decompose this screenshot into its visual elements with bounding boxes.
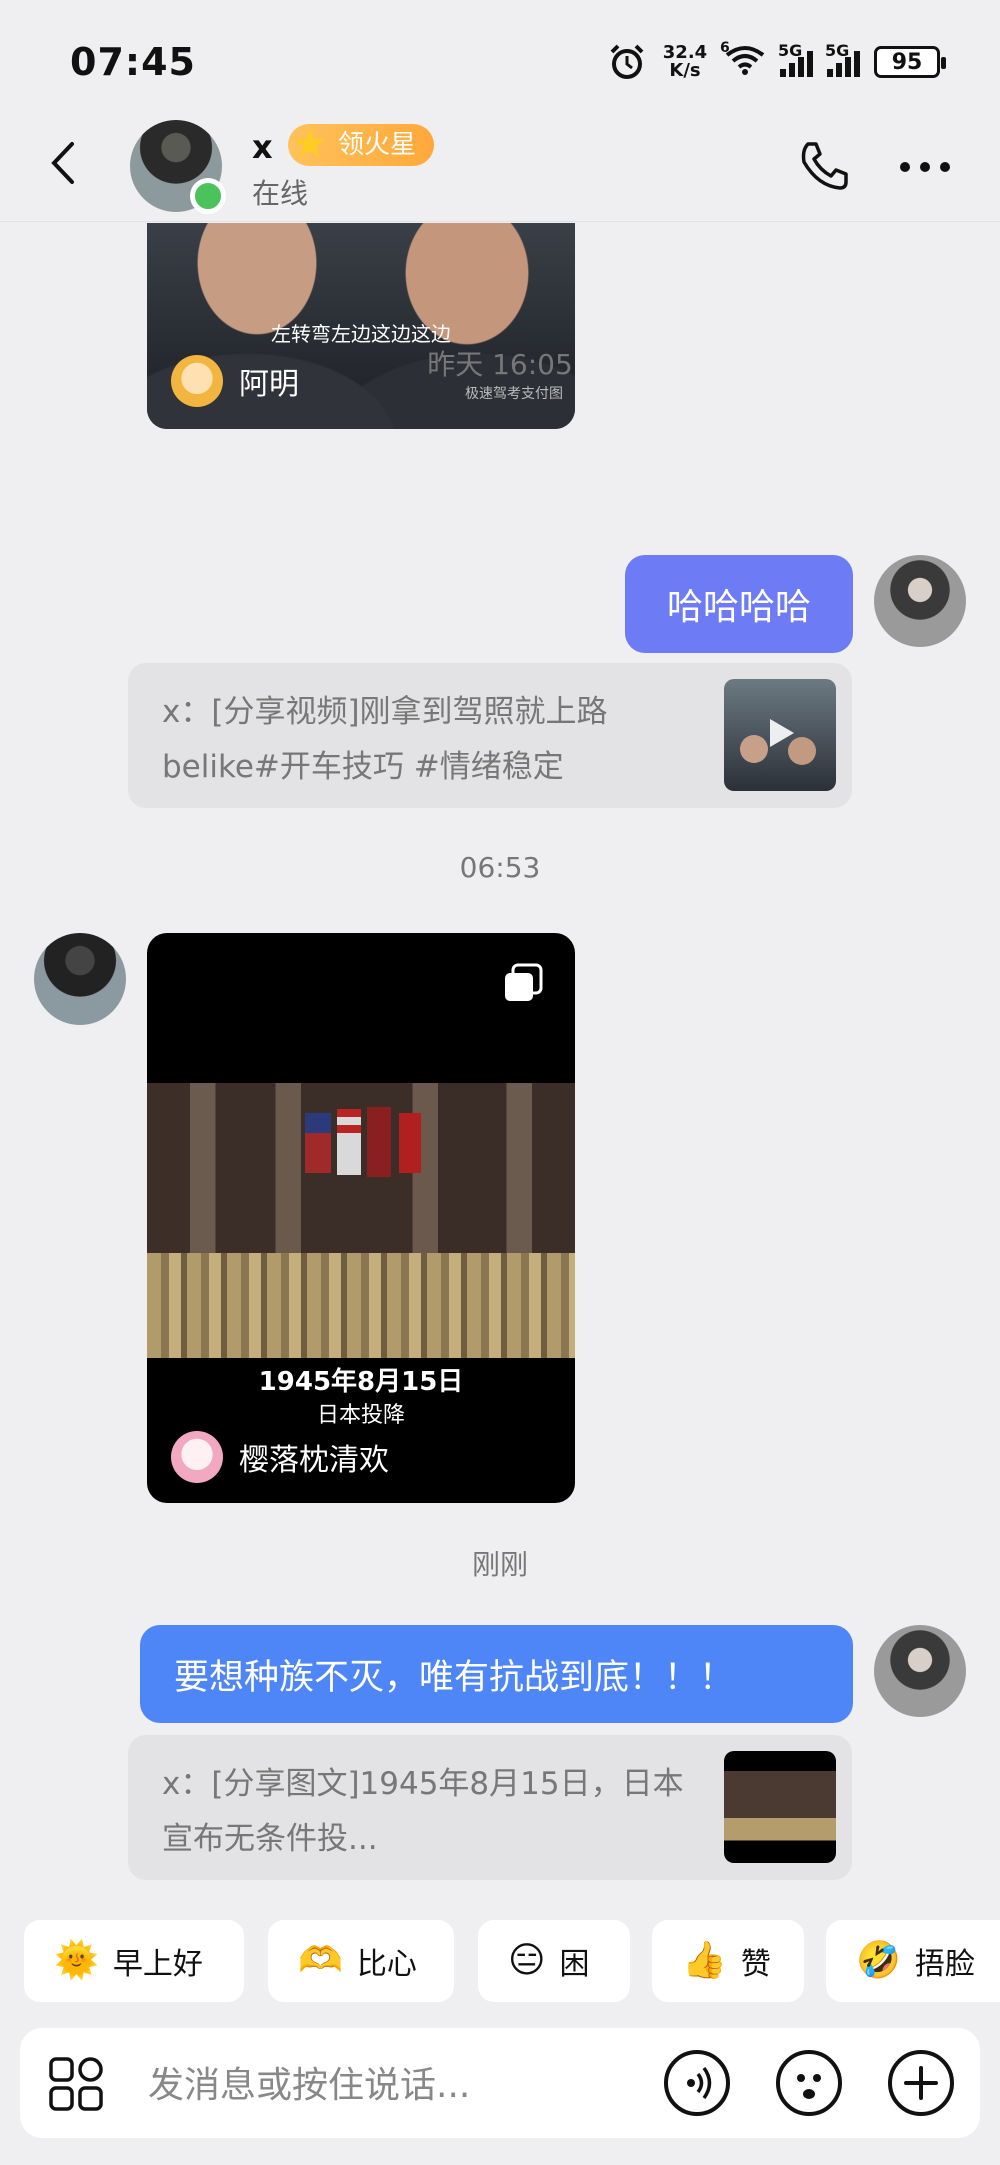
message-text: 要想种族不灭，唯有抗战到底！！！ bbox=[174, 1657, 735, 1698]
signal-label-1: 5G bbox=[778, 41, 803, 60]
wifi-tag: 6 bbox=[720, 40, 730, 56]
chip-label: 早上好 bbox=[112, 1947, 203, 1982]
quick-reply-like[interactable]: 👍 赞 bbox=[652, 1920, 804, 2002]
wifi-indicator: 6 bbox=[720, 40, 766, 80]
chip-label: 比心 bbox=[356, 1947, 417, 1982]
status-time: 07:45 bbox=[70, 40, 196, 84]
quick-reply-facepalm[interactable]: 🤣 捂脸 bbox=[826, 1920, 1000, 2002]
sleepy-face-icon: 😑 bbox=[508, 1940, 546, 1981]
post-caption-date: 1945年8月15日 bbox=[258, 1367, 464, 1397]
crowd-graphic bbox=[147, 1253, 575, 1358]
flags-graphic bbox=[305, 1107, 421, 1177]
emoji-icon[interactable] bbox=[776, 2050, 842, 2116]
quote-thumbnail bbox=[724, 1751, 836, 1863]
my-message-bubble[interactable]: 哈哈哈哈 bbox=[625, 555, 853, 653]
wifi-icon bbox=[725, 46, 765, 75]
quick-reply-sleepy[interactable]: 😑 困 bbox=[478, 1920, 630, 2002]
my-message-bubble[interactable]: 要想种族不灭，唯有抗战到底！！！ bbox=[140, 1625, 853, 1723]
quote-line-1: x：[分享图文]1945年8月15日，日本 bbox=[162, 1766, 684, 1802]
voice-icon[interactable] bbox=[664, 2050, 730, 2116]
signal-label-2: 5G bbox=[825, 41, 850, 60]
my-avatar[interactable] bbox=[874, 1625, 966, 1717]
status-icons: 32.4 K/s 6 5G 5G 95 bbox=[608, 40, 946, 84]
video-card-top[interactable]: 左转弯左边这边这边 极速驾考支付图 阿明 bbox=[147, 223, 575, 429]
author-avatar bbox=[171, 1431, 223, 1483]
chat-header: x ★ 领火星 在线 bbox=[0, 110, 1000, 222]
quoted-message[interactable]: x：[分享图文]1945年8月15日，日本 宣布无条件投... bbox=[128, 1735, 852, 1880]
badge-label: 领火星 bbox=[338, 130, 417, 160]
contact-status: 在线 bbox=[252, 177, 309, 210]
heart-hands-icon: 🫶 bbox=[298, 1940, 343, 1981]
quote-text: x：[分享图文]1945年8月15日，日本 宣布无条件投... bbox=[162, 1757, 702, 1867]
phone-icon[interactable] bbox=[796, 138, 852, 194]
quoted-message[interactable]: x：[分享视频]刚拿到驾照就上路 belike#开车技巧 #情绪稳定 bbox=[128, 663, 852, 808]
alarm-icon bbox=[610, 44, 644, 79]
post-caption-sub: 日本投降 bbox=[316, 1403, 405, 1428]
message-input[interactable]: 发消息或按住说话... bbox=[148, 2056, 470, 2108]
chip-label: 捂脸 bbox=[914, 1947, 975, 1982]
chat-area[interactable]: 左转弯左边这边这边 极速驾考支付图 阿明 昨天 16:05 哈哈哈哈 x：[分享… bbox=[0, 223, 1000, 1903]
timestamp: 06:53 bbox=[459, 851, 541, 884]
quote-line-2: 宣布无条件投... bbox=[162, 1821, 378, 1857]
star-icon: ★ bbox=[292, 121, 328, 167]
quote-line-2: belike#开车技巧 #情绪稳定 bbox=[162, 749, 564, 785]
more-icon[interactable] bbox=[900, 162, 950, 172]
battery-level: 95 bbox=[891, 49, 923, 75]
back-icon[interactable] bbox=[44, 138, 84, 188]
plus-icon[interactable] bbox=[888, 2050, 954, 2116]
play-icon bbox=[740, 719, 816, 765]
thumbs-up-icon: 👍 bbox=[682, 1940, 727, 1981]
quote-text: x：[分享视频]刚拿到驾照就上路 belike#开车技巧 #情绪稳定 bbox=[162, 685, 702, 795]
quick-reply-bar: 🌞 早上好 🫶 比心 😑 困 👍 赞 🤣 捂脸 bbox=[0, 1920, 1000, 2002]
status-bar: 07:45 32.4 K/s 6 5G 5G 95 bbox=[0, 0, 1000, 120]
quote-thumbnail bbox=[724, 679, 836, 791]
quick-reply-heart[interactable]: 🫶 比心 bbox=[268, 1920, 454, 2002]
author-name: 樱落枕清欢 bbox=[239, 1443, 389, 1478]
chip-label: 赞 bbox=[740, 1947, 771, 1982]
video-watermark: 极速驾考支付图 bbox=[465, 386, 563, 402]
signal-icon-2: 5G bbox=[825, 41, 860, 77]
online-indicator bbox=[190, 178, 226, 214]
quote-line-1: x：[分享视频]刚拿到驾照就上路 bbox=[162, 694, 608, 730]
timestamp: 刚刚 bbox=[471, 1548, 528, 1581]
chip-label: 困 bbox=[559, 1947, 590, 1982]
multi-image-icon bbox=[505, 963, 543, 1001]
net-speed-unit: K/s bbox=[669, 60, 701, 81]
contact-name[interactable]: x bbox=[252, 128, 273, 166]
message-text: 哈哈哈哈 bbox=[666, 587, 811, 628]
post-author: 樱落枕清欢 bbox=[171, 1431, 389, 1483]
signal-icon-1: 5G bbox=[778, 41, 813, 77]
my-avatar[interactable] bbox=[874, 555, 966, 647]
timestamp: 昨天 16:05 bbox=[427, 348, 573, 381]
laughing-face-icon: 🤣 bbox=[856, 1940, 901, 1981]
image-post-card[interactable]: 1945年8月15日 日本投降 樱落枕清欢 bbox=[147, 933, 575, 1503]
contact-avatar[interactable] bbox=[130, 120, 226, 214]
sun-icon: 🌞 bbox=[54, 1940, 99, 1981]
apps-grid-icon[interactable] bbox=[48, 2056, 104, 2112]
fire-badge[interactable]: ★ 领火星 bbox=[288, 121, 435, 167]
message-input-bar: 发消息或按住说话... bbox=[20, 2028, 980, 2138]
net-speed: 32.4 K/s bbox=[660, 44, 710, 80]
battery-icon: 95 bbox=[874, 46, 946, 78]
contact-message-avatar[interactable] bbox=[34, 933, 126, 1025]
quick-reply-good-morning[interactable]: 🌞 早上好 bbox=[24, 1920, 244, 2002]
